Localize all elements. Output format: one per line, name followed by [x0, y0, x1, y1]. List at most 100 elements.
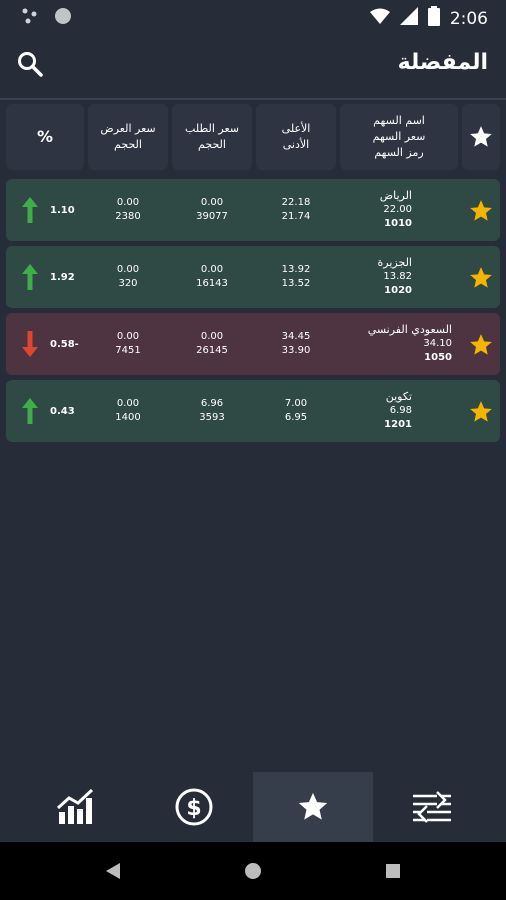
bid-price: 0.00 [200, 331, 224, 342]
bid-price: 6.96 [200, 398, 224, 409]
status-time: 2:06 [449, 8, 488, 29]
header-name-label: اسم السهم [373, 114, 425, 127]
stock-price: 34.10 [423, 338, 452, 349]
bid-price: 0.00 [200, 264, 224, 275]
favorite-star-icon[interactable] [468, 332, 494, 358]
bid-volume: 26145 [196, 345, 228, 356]
star-icon [298, 792, 328, 820]
ask-price: 0.00 [116, 197, 140, 208]
header-ask-cell: سعر العرض الحجم [88, 104, 168, 170]
stock-name: تكوين [385, 390, 412, 403]
high-value: 34.45 [281, 331, 311, 342]
change-pct: 0.43 [50, 405, 75, 417]
header-name-cell: اسم السهم سعر السهم رمز السهم [340, 104, 458, 170]
stock-code: 1201 [384, 419, 412, 430]
header-pct-cell: % [6, 104, 84, 170]
stock-name-cell: السعودي الفرنسي 34.10 1050 [340, 313, 452, 375]
stock-code: 1020 [384, 285, 412, 296]
recents-icon[interactable] [384, 862, 402, 880]
favorite-star-icon[interactable] [468, 399, 494, 425]
down-arrow-icon [22, 331, 38, 357]
ask-price: 0.00 [116, 264, 140, 275]
high-value: 7.00 [284, 398, 308, 409]
header-bid-label: سعر الطلب [185, 122, 239, 135]
back-icon[interactable] [104, 862, 122, 880]
star-icon [470, 126, 492, 147]
prices-tab[interactable]: $ [134, 772, 254, 842]
highlow-cell: 7.00 6.95 [256, 380, 336, 442]
header-divider [0, 98, 506, 100]
up-arrow-icon [22, 197, 38, 223]
change-pct: 0.58- [50, 338, 79, 350]
app-bar: المفضلة [0, 32, 506, 98]
low-value: 13.52 [281, 278, 311, 289]
ask-volume: 1400 [115, 412, 141, 423]
highlow-cell: 22.18 21.74 [256, 179, 336, 241]
search-icon[interactable] [16, 50, 44, 78]
change-pct: 1.10 [50, 204, 75, 216]
stock-row-1020[interactable]: الجزيرة 13.82 1020 13.92 13.52 0.00 1614… [6, 246, 500, 308]
bid-cell: 6.96 3593 [172, 380, 252, 442]
dollar-icon: $ [175, 788, 213, 826]
ask-volume: 2380 [115, 211, 141, 222]
header-highlow-cell: الأعلى الأدنى [256, 104, 336, 170]
stock-code: 1010 [384, 218, 412, 229]
bid-cell: 0.00 26145 [172, 313, 252, 375]
header-bid-cell: سعر الطلب الحجم [172, 104, 252, 170]
bar-chart-icon [56, 788, 94, 824]
header-low-label: الأدنى [282, 138, 310, 151]
ask-volume: 7451 [115, 345, 141, 356]
favorite-star-icon[interactable] [468, 265, 494, 291]
favorite-star-icon[interactable] [468, 198, 494, 224]
stock-row-1010[interactable]: الرياض 22.00 1010 22.18 21.74 0.00 39077… [6, 179, 500, 241]
ask-cell: 0.00 1400 [88, 380, 168, 442]
highlow-cell: 13.92 13.52 [256, 246, 336, 308]
bid-volume: 39077 [196, 211, 228, 222]
low-value: 33.90 [281, 345, 311, 356]
stock-name-cell: الجزيرة 13.82 1020 [340, 246, 412, 308]
stock-price: 22.00 [383, 204, 412, 215]
highlow-cell: 34.45 33.90 [256, 313, 336, 375]
favorites-tab[interactable] [253, 772, 373, 842]
stock-name-cell: تكوين 6.98 1201 [340, 380, 412, 442]
market-chart-tab[interactable] [16, 772, 136, 842]
notification-dots-icon [22, 8, 40, 28]
header-price-label: سعر السهم [372, 130, 426, 143]
transfers-tab[interactable] [372, 772, 492, 842]
header-bid-vol-label: الحجم [198, 138, 226, 151]
table-header: اسم السهم سعر السهم رمز السهم الأعلى الأ… [6, 104, 500, 172]
header-ask-vol-label: الحجم [114, 138, 142, 151]
high-value: 22.18 [281, 197, 311, 208]
ask-price: 0.00 [116, 331, 140, 342]
up-arrow-icon [22, 398, 38, 424]
header-star-cell[interactable] [462, 104, 500, 170]
bid-volume: 3593 [199, 412, 225, 423]
home-icon[interactable] [244, 862, 262, 880]
stock-name-cell: الرياض 22.00 1010 [340, 179, 412, 241]
page-title: المفضلة [397, 50, 488, 75]
header-high-label: الأعلى [281, 122, 311, 135]
up-arrow-icon [22, 264, 38, 290]
bid-cell: 0.00 39077 [172, 179, 252, 241]
header-code-label: رمز السهم [374, 146, 424, 159]
ask-cell: 0.00 7451 [88, 313, 168, 375]
stock-name: السعودي الفرنسي [367, 323, 452, 336]
stock-code: 1050 [424, 352, 452, 363]
stock-row-1201[interactable]: تكوين 6.98 1201 7.00 6.95 6.96 3593 0.00… [6, 380, 500, 442]
stock-name: الجزيرة [377, 256, 412, 269]
stock-name: الرياض [379, 189, 412, 202]
bid-price: 0.00 [200, 197, 224, 208]
ask-cell: 0.00 2380 [88, 179, 168, 241]
bid-cell: 0.00 16143 [172, 246, 252, 308]
bottom-nav: $ [0, 772, 506, 842]
system-nav-bar [0, 842, 506, 900]
bid-volume: 16143 [196, 278, 228, 289]
low-value: 21.74 [281, 211, 311, 222]
ask-cell: 0.00 320 [88, 246, 168, 308]
stock-price: 13.82 [383, 271, 412, 282]
change-pct: 1.92 [50, 271, 75, 283]
stock-price: 6.98 [389, 405, 412, 416]
battery-icon [427, 6, 440, 31]
stock-row-1050[interactable]: السعودي الفرنسي 34.10 1050 34.45 33.90 0… [6, 313, 500, 375]
status-bar: 2:06 [0, 0, 506, 32]
